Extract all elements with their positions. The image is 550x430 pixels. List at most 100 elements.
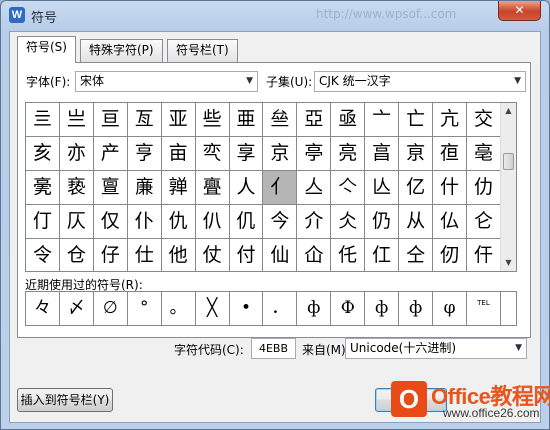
recent-symbol-cell[interactable]: ． <box>263 292 298 325</box>
symbol-cell[interactable]: 亮 <box>331 137 366 171</box>
symbol-cell[interactable]: 亽 <box>331 171 366 205</box>
symbol-cell[interactable]: 享 <box>229 137 264 171</box>
symbol-cell[interactable]: 产 <box>93 137 128 171</box>
symbol-cell[interactable]: 仆 <box>127 205 162 239</box>
symbol-cell[interactable]: 亹 <box>195 171 230 205</box>
symbol-cell[interactable]: 仅 <box>93 205 128 239</box>
symbol-cell[interactable]: 仉 <box>229 205 264 239</box>
scrollbar-thumb[interactable] <box>503 153 514 170</box>
symbol-cell[interactable]: 亘 <box>93 103 128 137</box>
recent-symbol-cell[interactable]: ° <box>128 292 162 325</box>
symbol-cell[interactable]: 人 <box>229 171 264 205</box>
symbol-cell[interactable]: 亨 <box>127 137 162 171</box>
symbol-cell[interactable]: 亢 <box>433 103 467 137</box>
office-logo-icon: O <box>391 381 427 417</box>
symbol-cell[interactable]: 亟 <box>331 103 366 137</box>
symbol-cell[interactable]: 介 <box>297 205 332 239</box>
recent-symbol-cell[interactable]: φ <box>433 292 467 325</box>
symbol-cell[interactable]: 仓 <box>60 239 94 271</box>
symbol-cell[interactable]: 仇 <box>161 205 196 239</box>
recent-symbol-cell[interactable]: Ф <box>331 292 366 325</box>
symbol-cell[interactable]: 他 <box>162 239 196 271</box>
symbol-cell[interactable]: 仠 <box>467 239 501 271</box>
symbol-cell[interactable]: 仍 <box>365 205 400 239</box>
symbol-cell[interactable]: 亷 <box>127 171 162 205</box>
symbol-cell[interactable]: 交 <box>466 103 501 137</box>
tab-special-chars[interactable]: 特殊字符(P) <box>80 39 163 62</box>
symbol-cell[interactable]: 亸 <box>161 171 196 205</box>
symbol-cell[interactable]: 亚 <box>161 103 196 137</box>
subset-select[interactable]: CJK 统一汉字 ▼ <box>314 71 526 92</box>
symbol-cell[interactable]: 付 <box>230 239 264 271</box>
symbol-cell[interactable]: 亖 <box>26 103 60 137</box>
scroll-up-icon[interactable]: ▲ <box>501 103 516 119</box>
symbol-cell[interactable]: 亜 <box>229 103 264 137</box>
recent-symbol-cell[interactable]: ╳ <box>196 292 230 325</box>
symbol-cell[interactable]: 仜 <box>365 239 400 271</box>
symbol-cell[interactable]: 仈 <box>195 205 230 239</box>
recent-symbol-cell[interactable]: ф <box>297 292 332 325</box>
symbol-cell[interactable]: 亶 <box>93 171 128 205</box>
font-select[interactable]: 宋体 ▼ <box>75 71 258 92</box>
symbol-cell[interactable]: 今 <box>263 205 298 239</box>
symbol-cell[interactable]: 仙 <box>263 239 298 271</box>
tab-symbol-bar[interactable]: 符号栏(T) <box>167 39 238 62</box>
symbol-cell[interactable]: 亝 <box>263 103 298 137</box>
symbol-cell[interactable]: 亯 <box>365 137 400 171</box>
symbol-cell[interactable]: 亱 <box>433 137 467 171</box>
from-select[interactable]: Unicode(十六进制) ▼ <box>345 338 527 359</box>
symbol-cell[interactable]: 仂 <box>466 171 501 205</box>
symbol-cell[interactable]: 些 <box>195 103 230 137</box>
symbol-cell[interactable]: 仃 <box>26 205 60 239</box>
symbol-cell[interactable]: 亡 <box>399 103 434 137</box>
symbol-cell[interactable]: 亩 <box>161 137 196 171</box>
symbol-cell[interactable]: 亾 <box>365 171 400 205</box>
symbol-cell[interactable]: 仄 <box>59 205 94 239</box>
insert-to-symbol-bar-button[interactable]: 插入到符号栏(Y) <box>17 388 113 412</box>
recent-symbol-cell[interactable]: 〆 <box>60 292 94 325</box>
symbol-cell[interactable]: 什 <box>433 171 467 205</box>
symbol-cell[interactable]: 亴 <box>26 171 60 205</box>
symbol-cell[interactable]: 仚 <box>297 239 332 271</box>
symbol-cell[interactable]: 仞 <box>433 239 467 271</box>
symbol-cell[interactable]: 亿 <box>399 171 434 205</box>
symbol-cell[interactable]: 令 <box>26 239 60 271</box>
symbol-cell[interactable]: 亼 <box>297 171 332 205</box>
symbol-cell[interactable]: 亳 <box>466 137 501 171</box>
symbol-cell[interactable]: 仑 <box>466 205 501 239</box>
symbol-cell[interactable]: 亦 <box>59 137 94 171</box>
symbol-cell[interactable]: 仗 <box>196 239 230 271</box>
symbol-cell[interactable]: 仕 <box>128 239 162 271</box>
recent-symbol-cell[interactable]: 々 <box>26 292 60 325</box>
dialog-content: 符号(S) 特殊字符(P) 符号栏(T) 字体(F): 宋体 ▼ 子集(U): … <box>9 31 541 423</box>
close-button[interactable]: ✕ <box>498 1 541 21</box>
symbol-cell[interactable]: 亭 <box>297 137 332 171</box>
scroll-down-icon[interactable]: ▼ <box>501 255 516 271</box>
symbol-cell[interactable]: 仝 <box>399 239 434 271</box>
title-bar[interactable]: W 符号 http://www.wpsof...com ✕ <box>1 1 549 31</box>
symbol-cell[interactable]: 仌 <box>331 205 366 239</box>
recent-symbol-cell[interactable]: 。 <box>162 292 196 325</box>
symbol-cell[interactable]: 亠 <box>365 103 400 137</box>
symbol-grid-scrollbar[interactable]: ▲ ▼ <box>500 103 516 271</box>
symbol-cell[interactable]: 亪 <box>195 137 230 171</box>
recent-symbol-cell[interactable]: ф <box>365 292 400 325</box>
recent-symbol-cell[interactable]: • <box>230 292 264 325</box>
tab-symbol[interactable]: 符号(S) <box>17 36 76 63</box>
recent-symbol-cell[interactable]: ф <box>399 292 434 325</box>
symbol-cell[interactable]: 亞 <box>297 103 332 137</box>
symbol-cell[interactable]: 京 <box>263 137 298 171</box>
symbol-cell[interactable]: 亰 <box>399 137 434 171</box>
symbol-cell[interactable]: 亥 <box>26 137 60 171</box>
symbol-cell[interactable]: 亻 <box>263 171 298 205</box>
char-code-field[interactable]: 4EBB <box>251 338 296 359</box>
symbol-cell[interactable]: 亙 <box>127 103 162 137</box>
symbol-cell[interactable]: 从 <box>399 205 434 239</box>
symbol-cell[interactable]: 仏 <box>433 205 467 239</box>
recent-symbol-cell[interactable]: TEL <box>467 292 501 325</box>
recent-symbol-cell[interactable]: ∅ <box>94 292 128 325</box>
symbol-cell[interactable]: 仛 <box>331 239 366 271</box>
symbol-cell[interactable]: 仔 <box>94 239 128 271</box>
symbol-cell[interactable]: 亗 <box>59 103 94 137</box>
symbol-cell[interactable]: 亵 <box>59 171 94 205</box>
